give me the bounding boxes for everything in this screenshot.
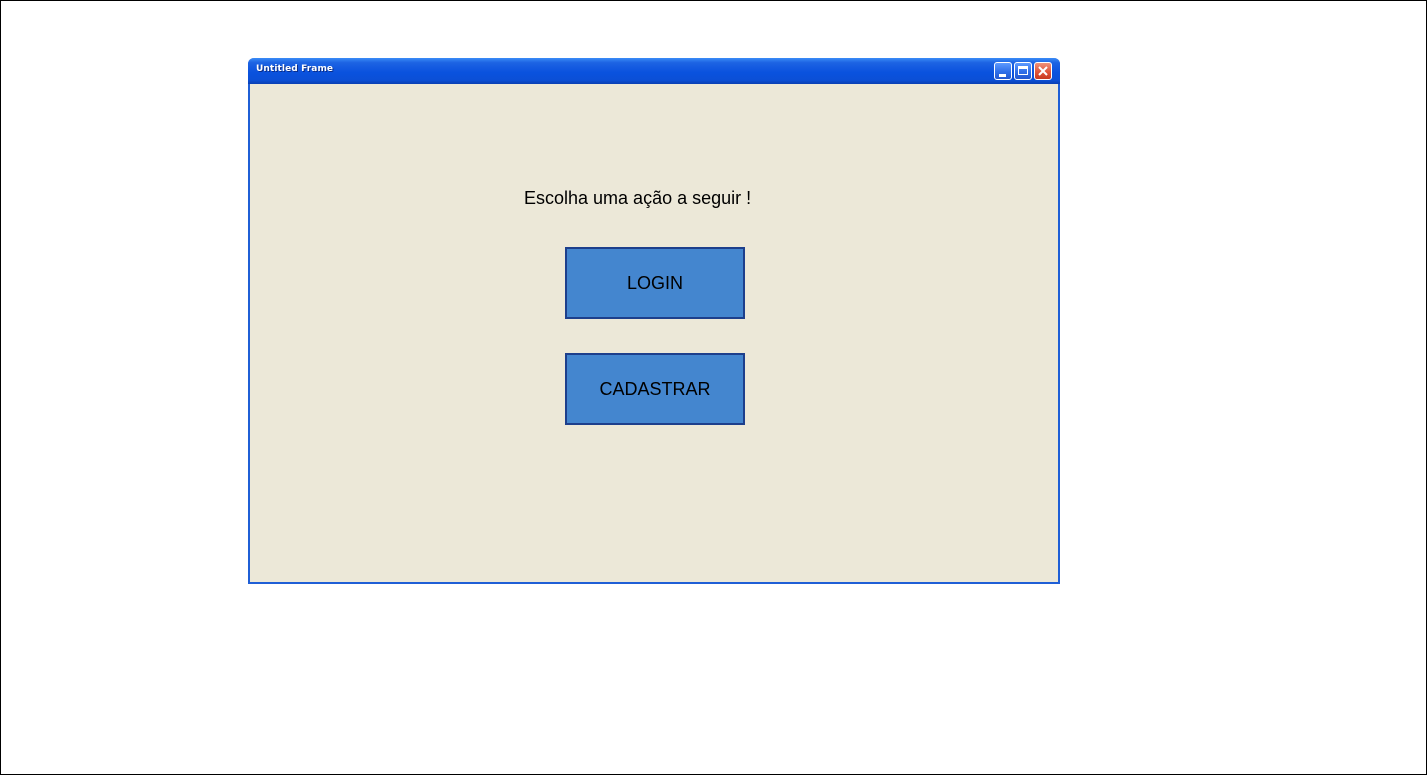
window-title: Untitled Frame (256, 64, 334, 74)
close-button[interactable] (1034, 62, 1052, 80)
application-window: Untitled Frame Escolha uma ação a seguir… (248, 58, 1060, 584)
minimize-icon (999, 74, 1006, 77)
maximize-button[interactable] (1014, 62, 1032, 80)
mockup-canvas: Untitled Frame Escolha uma ação a seguir… (0, 0, 1427, 775)
login-button[interactable]: LOGIN (565, 247, 745, 319)
window-content: Escolha uma ação a seguir ! LOGIN CADAST… (250, 84, 1058, 582)
minimize-button[interactable] (994, 62, 1012, 80)
cadastrar-button-label: CADASTRAR (599, 378, 711, 399)
close-icon (1038, 66, 1048, 76)
prompt-text: Escolha uma ação a seguir ! (524, 188, 752, 208)
window-titlebar[interactable]: Untitled Frame (248, 58, 1060, 84)
login-button-label: LOGIN (626, 272, 683, 293)
cadastrar-button[interactable]: CADASTRAR (565, 353, 745, 425)
maximize-icon (1018, 66, 1028, 75)
